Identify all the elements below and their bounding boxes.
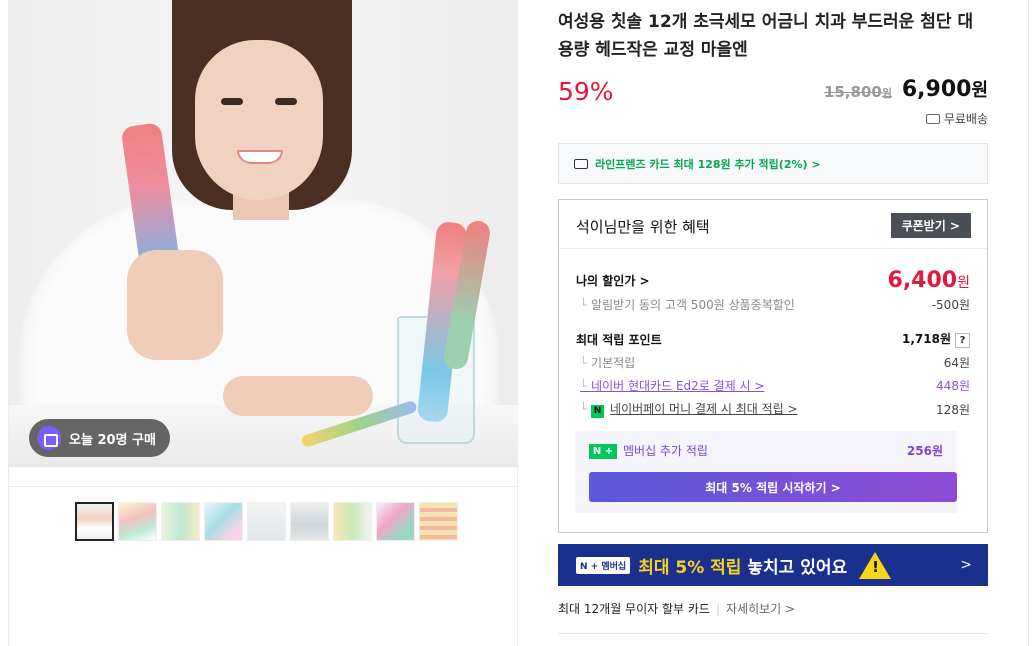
npay-icon: N: [591, 405, 605, 418]
thumbnail-list: [75, 502, 458, 541]
model-face: [195, 40, 323, 200]
truck-icon: [925, 113, 940, 124]
thumbnail-9[interactable]: [419, 502, 458, 541]
product-gallery: 오늘 20명 구매: [8, 0, 518, 646]
warning-icon: !: [859, 551, 892, 579]
my-discount-price: 6,400원: [887, 268, 970, 293]
thumbnail-1[interactable]: [75, 502, 114, 541]
product-detail-page: 오늘 20명 구매 여성용 칫솔 12개 초극세모 어금니 치과 부드러운 첨단…: [0, 0, 1036, 646]
shopping-bag-icon: [37, 426, 61, 450]
product-main-image[interactable]: 오늘 20명 구매: [9, 0, 518, 467]
purchase-count-badge: 오늘 20명 구매: [29, 419, 170, 457]
product-title: 여성용 칫솔 12개 초극세모 어금니 치과 부드러운 첨단 대용량 헤드작은 …: [558, 12, 974, 60]
membership-banner[interactable]: N + 멤버십 최대 5% 적립 놓치고 있어요 ! >: [558, 544, 988, 586]
credit-card-icon: [574, 158, 588, 169]
original-price: 15,800원: [823, 83, 892, 101]
discount-rate: 59%: [558, 77, 614, 106]
thumbnail-4[interactable]: [204, 502, 243, 541]
purchase-count-text: 오늘 20명 구매: [69, 432, 156, 448]
installment-more-link[interactable]: 자세히보기 >: [726, 602, 795, 616]
max-points-row: 최대 적립 포인트 1,718원?: [576, 330, 970, 348]
hyundai-card-link[interactable]: 네이버 현대카드 Ed2로 결제 시 >: [576, 377, 764, 394]
shipping-info: 무료배송: [925, 110, 988, 127]
coupon-button[interactable]: 쿠폰받기 >: [890, 213, 971, 238]
thumbnail-2[interactable]: [118, 502, 157, 541]
card-promo-link[interactable]: 라인프렌즈 카드 최대 128원 추가 적립(2%) >: [558, 143, 988, 184]
alert-discount-row: 알림받기 동의 고객 500원 상품중복할인 -500원: [576, 296, 970, 313]
naver-plus-icon: N +: [589, 444, 617, 459]
product-info: 여성용 칫솔 12개 초극세모 어금니 치과 부드러운 첨단 대용량 헤드작은 …: [558, 0, 988, 646]
thumbnail-5[interactable]: [247, 502, 286, 541]
my-discount-link[interactable]: 나의 할인가 >: [576, 272, 650, 289]
installment-info: 최대 12개월 무이자 할부 카드 | 자세히보기 >: [558, 602, 796, 616]
npay-row: N네이버페이 머니 결제 시 최대 적립 > 128원: [576, 400, 970, 418]
model-hand: [223, 376, 373, 416]
my-discount-row: 나의 할인가 > 6,400원: [576, 268, 970, 293]
naver-plus-membership-badge: N + 멤버십: [576, 556, 631, 574]
hyundai-card-row: 네이버 현대카드 Ed2로 결제 시 > 448원: [576, 377, 970, 394]
membership-start-button[interactable]: 최대 5% 적립 시작하기 >: [589, 472, 957, 502]
benefit-heading: 석이님만을 위한 혜택: [576, 218, 710, 236]
thumbnail-3[interactable]: [161, 502, 200, 541]
membership-box: N + 멤버십 추가 적립 256원 최대 5% 적립 시작하기 >: [575, 431, 957, 513]
thumbnail-7[interactable]: [333, 502, 372, 541]
npay-link[interactable]: N네이버페이 머니 결제 시 최대 적립 >: [576, 400, 798, 418]
sale-price: 6,900원: [901, 77, 988, 102]
benefit-box: 석이님만을 위한 혜택 쿠폰받기 > 나의 할인가 > 6,400원 알림받기 …: [558, 199, 988, 533]
basic-points-row: 기본적립 64원: [576, 354, 970, 371]
help-icon[interactable]: ?: [955, 333, 970, 348]
chevron-right-icon: >: [960, 557, 972, 573]
thumbnail-8[interactable]: [376, 502, 415, 541]
thumbnail-6[interactable]: [290, 502, 329, 541]
model-hand: [127, 250, 223, 360]
